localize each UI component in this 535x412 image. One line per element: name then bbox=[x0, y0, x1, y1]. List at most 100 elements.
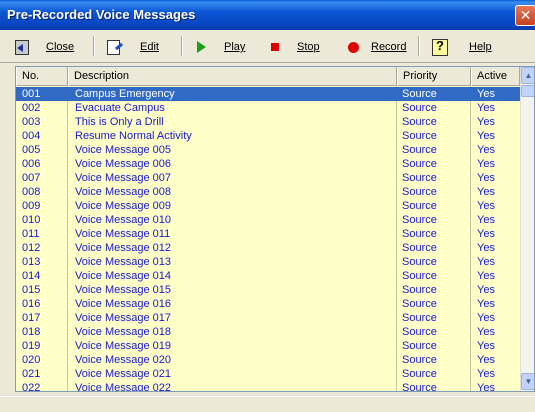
close-door-icon bbox=[13, 39, 31, 55]
cell-active: Yes bbox=[477, 242, 495, 254]
cell-priority: Source bbox=[402, 242, 437, 254]
cell-description: Voice Message 007 bbox=[75, 172, 172, 184]
table-row[interactable]: 011 Voice Message 011 Source Yes bbox=[16, 227, 520, 241]
cell-active: Yes bbox=[477, 368, 495, 380]
stop-label: Stop bbox=[297, 41, 320, 53]
record-button[interactable]: Record bbox=[348, 36, 406, 58]
edit-label: Edit bbox=[140, 41, 159, 53]
cell-active: Yes bbox=[477, 326, 495, 338]
help-icon bbox=[430, 38, 448, 56]
cell-active: Yes bbox=[477, 144, 495, 156]
cell-active: Yes bbox=[477, 284, 495, 296]
edit-button[interactable]: Edit bbox=[106, 36, 159, 58]
voice-messages-window: Pre-Recorded Voice Messages ✕ Close Edit… bbox=[0, 0, 535, 412]
cell-no: 006 bbox=[22, 158, 41, 170]
table-row[interactable]: 008 Voice Message 008 Source Yes bbox=[16, 185, 520, 199]
cell-active: Yes bbox=[477, 172, 495, 184]
edit-icon bbox=[106, 39, 124, 55]
cell-description: Voice Message 006 bbox=[75, 158, 172, 170]
table-row[interactable]: 021 Voice Message 021 Source Yes bbox=[16, 367, 520, 381]
cell-no: 012 bbox=[22, 242, 41, 254]
cell-no: 004 bbox=[22, 130, 41, 142]
cell-description: Voice Message 008 bbox=[75, 186, 172, 198]
title-bar[interactable]: Pre-Recorded Voice Messages ✕ bbox=[0, 0, 535, 30]
cell-no: 022 bbox=[22, 382, 41, 392]
cell-priority: Source bbox=[402, 284, 437, 296]
scroll-thumb[interactable] bbox=[521, 85, 534, 97]
close-button[interactable]: Close bbox=[13, 36, 74, 58]
cell-no: 001 bbox=[22, 88, 41, 100]
table-row[interactable]: 016 Voice Message 016 Source Yes bbox=[16, 297, 520, 311]
cell-priority: Source bbox=[402, 144, 437, 156]
cell-no: 014 bbox=[22, 270, 41, 282]
table-row[interactable]: 018 Voice Message 018 Source Yes bbox=[16, 325, 520, 339]
table-row[interactable]: 012 Voice Message 012 Source Yes bbox=[16, 241, 520, 255]
column-header-priority[interactable]: Priority bbox=[397, 67, 471, 86]
cell-description: Voice Message 009 bbox=[75, 200, 172, 212]
cell-no: 003 bbox=[22, 116, 41, 128]
cell-priority: Source bbox=[402, 186, 437, 198]
play-button[interactable]: Play bbox=[197, 36, 245, 58]
table-row[interactable]: 022 Voice Message 022 Source Yes bbox=[16, 381, 520, 392]
cell-active: Yes bbox=[477, 354, 495, 366]
cell-active: Yes bbox=[477, 214, 495, 226]
cell-priority: Source bbox=[402, 326, 437, 338]
scroll-down-button[interactable]: ▼ bbox=[521, 373, 534, 390]
table-row[interactable]: 001 Campus Emergency Source Yes bbox=[16, 87, 520, 101]
cell-description: Voice Message 021 bbox=[75, 368, 172, 380]
cell-active: Yes bbox=[477, 256, 495, 268]
table-row[interactable]: 004 Resume Normal Activity Source Yes bbox=[16, 129, 520, 143]
cell-priority: Source bbox=[402, 214, 437, 226]
cell-no: 019 bbox=[22, 340, 41, 352]
cell-priority: Source bbox=[402, 256, 437, 268]
messages-list[interactable]: No. Description Priority Active 001 Campu… bbox=[15, 66, 535, 392]
table-row[interactable]: 005 Voice Message 005 Source Yes bbox=[16, 143, 520, 157]
toolbar-separator bbox=[93, 36, 95, 56]
table-row[interactable]: 015 Voice Message 015 Source Yes bbox=[16, 283, 520, 297]
table-row[interactable]: 010 Voice Message 010 Source Yes bbox=[16, 213, 520, 227]
cell-description: Voice Message 014 bbox=[75, 270, 172, 282]
cell-description: This is Only a Drill bbox=[75, 116, 164, 128]
cell-no: 018 bbox=[22, 326, 41, 338]
cell-description: Campus Emergency bbox=[75, 88, 175, 100]
table-row[interactable]: 019 Voice Message 019 Source Yes bbox=[16, 339, 520, 353]
table-row[interactable]: 009 Voice Message 009 Source Yes bbox=[16, 199, 520, 213]
cell-active: Yes bbox=[477, 200, 495, 212]
window-close-button[interactable]: ✕ bbox=[515, 5, 535, 26]
table-row[interactable]: 020 Voice Message 020 Source Yes bbox=[16, 353, 520, 367]
cell-no: 008 bbox=[22, 186, 41, 198]
scroll-up-button[interactable]: ▲ bbox=[521, 67, 534, 84]
cell-active: Yes bbox=[477, 312, 495, 324]
table-row[interactable]: 017 Voice Message 017 Source Yes bbox=[16, 311, 520, 325]
play-label: Play bbox=[224, 41, 246, 53]
cell-description: Evacuate Campus bbox=[75, 102, 165, 114]
cell-no: 010 bbox=[22, 214, 41, 226]
vertical-scrollbar[interactable]: ▲ ▼ bbox=[520, 67, 534, 391]
stop-icon bbox=[271, 43, 279, 51]
cell-active: Yes bbox=[477, 116, 495, 128]
cell-priority: Source bbox=[402, 200, 437, 212]
cell-no: 005 bbox=[22, 144, 41, 156]
cell-active: Yes bbox=[477, 340, 495, 352]
cell-description: Voice Message 019 bbox=[75, 340, 172, 352]
column-header-no[interactable]: No. bbox=[16, 67, 68, 86]
column-header-description[interactable]: Description bbox=[68, 67, 397, 86]
table-row[interactable]: 013 Voice Message 013 Source Yes bbox=[16, 255, 520, 269]
stop-button[interactable]: Stop bbox=[271, 36, 320, 58]
cell-description: Voice Message 015 bbox=[75, 284, 172, 296]
cell-priority: Source bbox=[402, 88, 437, 100]
help-button[interactable]: Help bbox=[430, 36, 492, 58]
table-row[interactable]: 007 Voice Message 007 Source Yes bbox=[16, 171, 520, 185]
cell-description: Voice Message 005 bbox=[75, 144, 172, 156]
table-row[interactable]: 003 This is Only a Drill Source Yes bbox=[16, 115, 520, 129]
column-header-active[interactable]: Active bbox=[471, 67, 520, 86]
status-bar bbox=[0, 396, 535, 412]
cell-description: Resume Normal Activity bbox=[75, 130, 192, 142]
list-rows: 001 Campus Emergency Source Yes 002 Evacuate … bbox=[16, 87, 520, 392]
table-row[interactable]: 002 Evacuate Campus Source Yes bbox=[16, 101, 520, 115]
table-row[interactable]: 014 Voice Message 014 Source Yes bbox=[16, 269, 520, 283]
cell-no: 009 bbox=[22, 200, 41, 212]
cell-priority: Source bbox=[402, 102, 437, 114]
table-row[interactable]: 006 Voice Message 006 Source Yes bbox=[16, 157, 520, 171]
help-label: Help bbox=[469, 41, 492, 53]
